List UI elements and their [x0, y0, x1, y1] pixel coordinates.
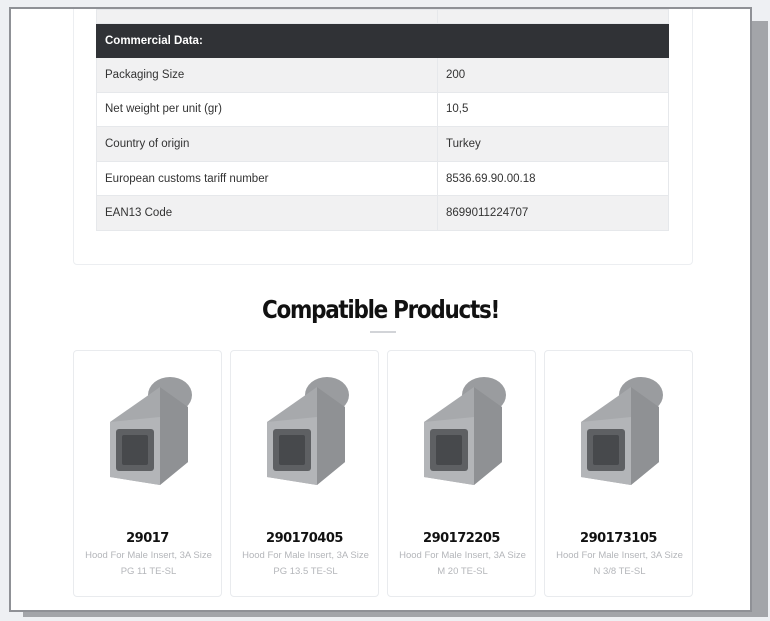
product-code[interactable]: 290170405: [231, 531, 378, 546]
table-heading: Commercial Data:: [96, 23, 669, 58]
row-label: European customs tariff number: [96, 160, 438, 197]
product-card[interactable]: 290173105 Hood For Male Insert, 3A Size …: [544, 350, 693, 597]
product-code[interactable]: 290172205: [388, 531, 535, 546]
row-label: Country of origin: [96, 126, 438, 162]
connector-hood-image[interactable]: [571, 367, 669, 487]
connector-hood-image[interactable]: [100, 367, 198, 487]
product-description: Hood For Male Insert, 3A Size PG 13.5 TE…: [242, 550, 369, 577]
table-row: Country of origin Turkey: [96, 126, 669, 162]
table-header: Commercial Data:: [96, 23, 669, 58]
row-value: 200: [437, 57, 669, 93]
row-value: 8699011224707: [437, 195, 669, 231]
commercial-data-table: Commercial Data: Packaging Size 200 Net …: [96, 9, 669, 231]
product-card[interactable]: 290172205 Hood For Male Insert, 3A Size …: [387, 350, 536, 597]
table-row: Net weight per unit (gr) 10,5: [96, 91, 669, 128]
row-value: Turkey: [437, 126, 669, 162]
table-row: Packaging Size 200: [96, 57, 669, 93]
table-row: [96, 9, 669, 24]
row-label: Packaging Size: [96, 57, 438, 93]
row-label: Net weight per unit (gr): [96, 91, 438, 128]
row-value: 8536.69.90.00.18: [437, 160, 669, 197]
product-card[interactable]: 29017 Hood For Male Insert, 3A Size PG 1…: [73, 350, 222, 597]
product-code[interactable]: 290173105: [545, 531, 692, 546]
page-window: Commercial Data: Packaging Size 200 Net …: [9, 7, 752, 612]
section-title: Compatible Products!: [262, 295, 500, 324]
product-description: Hood For Male Insert, 3A Size PG 11 TE-S…: [85, 550, 212, 577]
title-underline: [370, 331, 396, 333]
connector-hood-image[interactable]: [257, 367, 355, 487]
table-row: European customs tariff number 8536.69.9…: [96, 160, 669, 197]
row-value: 10,5: [437, 91, 669, 128]
row-label: EAN13 Code: [96, 195, 438, 231]
connector-hood-image[interactable]: [414, 367, 512, 487]
product-description: Hood For Male Insert, 3A Size N 3/8 TE-S…: [556, 550, 683, 577]
product-description: Hood For Male Insert, 3A Size M 20 TE-SL: [399, 550, 526, 577]
product-code[interactable]: 29017: [74, 531, 221, 546]
product-card[interactable]: 290170405 Hood For Male Insert, 3A Size …: [230, 350, 379, 597]
table-row: EAN13 Code 8699011224707: [96, 195, 669, 231]
